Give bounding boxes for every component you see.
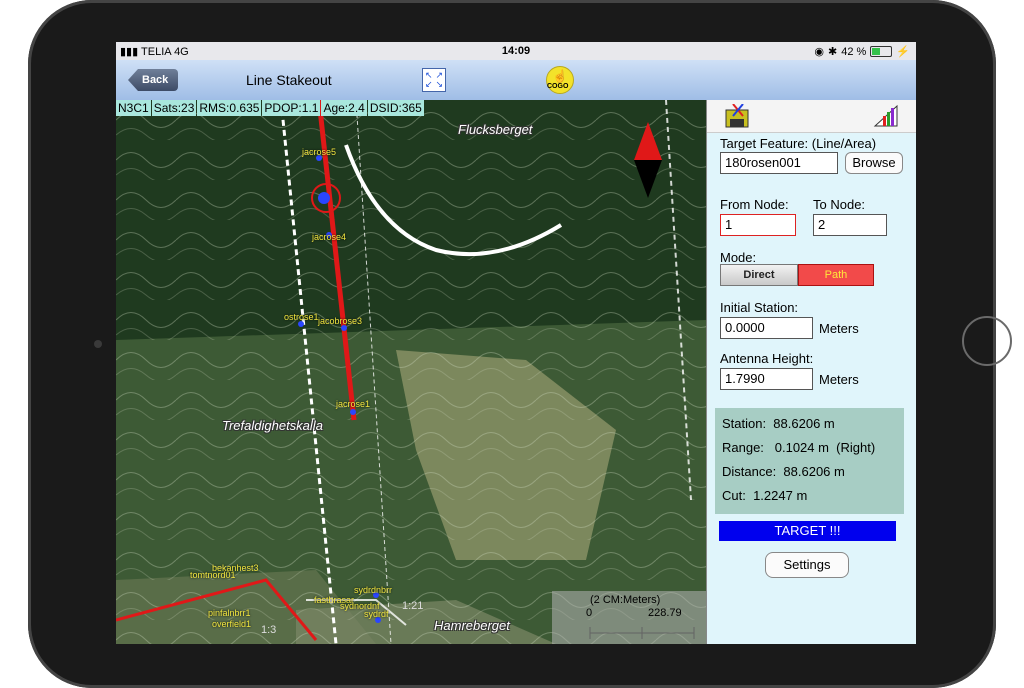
scale-title: (2 CM:Meters) (590, 594, 661, 606)
antenna-height-field[interactable]: 1.7990 (720, 368, 813, 390)
map-canvas (116, 100, 706, 644)
bluetooth-icon: ✱ (828, 46, 838, 58)
target-indicator: TARGET !!! (719, 521, 896, 541)
initial-station-unit: Meters (819, 321, 859, 336)
place-label-flucksberget: Flucksberget (458, 122, 533, 137)
expand-icon[interactable]: ↖ ↗ ↙ ↘ (422, 68, 446, 92)
save-target-icon[interactable] (725, 104, 751, 128)
gps-age: Age:2.4 (321, 100, 367, 116)
battery-percent: 42 % (841, 45, 867, 58)
gps-rms: RMS:0.635 (197, 100, 262, 116)
mode-direct-button[interactable]: Direct (720, 264, 798, 286)
node-label: sydrdnbrr (354, 585, 393, 595)
node-label: overfield1 (212, 619, 252, 629)
initial-station-field[interactable]: 0.0000 (720, 317, 813, 339)
current-position (318, 192, 330, 204)
gps-pdop: PDOP:1.1 (262, 100, 321, 116)
panel-toolbar (707, 100, 916, 133)
ratio-label: 1:21 (402, 600, 424, 612)
pointer-hand-icon: ☝ (552, 69, 568, 83)
place-label-hamreberget: Hamreberget (434, 618, 510, 633)
antenna-height-unit: Meters (819, 372, 859, 387)
from-node-label: From Node: (720, 197, 789, 212)
range-readout: Range: 0.1024 m (Right) (722, 440, 876, 455)
status-right: ◉ ✱ 42 % ⚡ (814, 45, 910, 59)
node-label: jacrose1 (336, 399, 371, 409)
distance-readout: Distance: 88.6206 m (722, 464, 845, 479)
browse-button[interactable]: Browse (845, 152, 903, 174)
target-feature-label: Target Feature: (Line/Area) (720, 136, 877, 151)
gps-status-bar: N3C1 Sats:23 RMS:0.635 PDOP:1.1 Age:2.4 … (116, 100, 425, 116)
to-node-field[interactable]: 2 (813, 214, 887, 236)
page-title: Line Stakeout (246, 72, 332, 88)
camera (94, 340, 102, 348)
map-view[interactable]: N3C1 Sats:23 RMS:0.635 PDOP:1.1 Age:2.4 … (116, 100, 706, 644)
from-node-field[interactable]: 1 (720, 214, 796, 236)
node-label: pinfalnbrr1 (208, 608, 251, 618)
battery-fill (872, 48, 881, 55)
scale-min: 0 (586, 607, 593, 619)
stakeout-panel: Target Feature: (Line/Area) 180rosen001 … (706, 100, 916, 644)
node-label: tomtnord01 (190, 570, 236, 580)
location-icon: ◉ (814, 46, 824, 58)
battery-icon (870, 46, 893, 57)
home-button[interactable] (962, 316, 1012, 366)
node-label: jacobrose3 (318, 316, 363, 326)
gps-sats: Sats:23 (151, 100, 197, 116)
navigation-bar: Back Line Stakeout ↖ ↗ ↙ ↘ ☝ COGO (116, 60, 916, 101)
node-label: jacrose4 (312, 232, 347, 242)
cogo-label: COGO (547, 83, 569, 90)
screen: ▮▮▮ TELIA 4G 14:09 ◉ ✱ 42 % ⚡ Back Line … (116, 42, 916, 644)
stakeout-results: Station: 88.6206 m Range: 0.1024 m (Righ… (715, 408, 904, 514)
mode-path-button[interactable]: Path (798, 264, 874, 286)
layers-icon[interactable] (873, 104, 899, 128)
scale-max: 228.79 (648, 607, 682, 619)
gps-fix: N3C1 (116, 100, 151, 116)
cut-readout: Cut: 1.2247 m (722, 488, 808, 503)
place-label-trefaldighetskalla: Trefaldighetskalla (222, 418, 323, 433)
node-label: sydrdf (364, 609, 389, 619)
gps-dsid: DSID:365 (367, 100, 424, 116)
node-label: ostrose1 (284, 312, 319, 322)
status-time: 14:09 (501, 45, 531, 57)
settings-button[interactable]: Settings (765, 552, 849, 578)
status-bar: ▮▮▮ TELIA 4G 14:09 ◉ ✱ 42 % ⚡ (116, 42, 916, 60)
antenna-height-label: Antenna Height: (720, 351, 814, 366)
back-button[interactable]: Back (128, 69, 179, 91)
charging-icon: ⚡ (896, 46, 910, 58)
mode-label: Mode: (720, 250, 757, 265)
map-scale: (2 CM:Meters) 0 228.79 (552, 591, 706, 644)
node-label: jacrose5 (302, 147, 337, 157)
station-readout: Station: 88.6206 m (722, 416, 835, 431)
to-node-label: To Node: (813, 197, 866, 212)
ratio-label: 1:3 (261, 624, 277, 636)
cogo-button[interactable]: ☝ COGO (546, 66, 574, 94)
initial-station-label: Initial Station: (720, 300, 799, 315)
target-feature-field[interactable]: 180rosen001 (720, 152, 838, 174)
